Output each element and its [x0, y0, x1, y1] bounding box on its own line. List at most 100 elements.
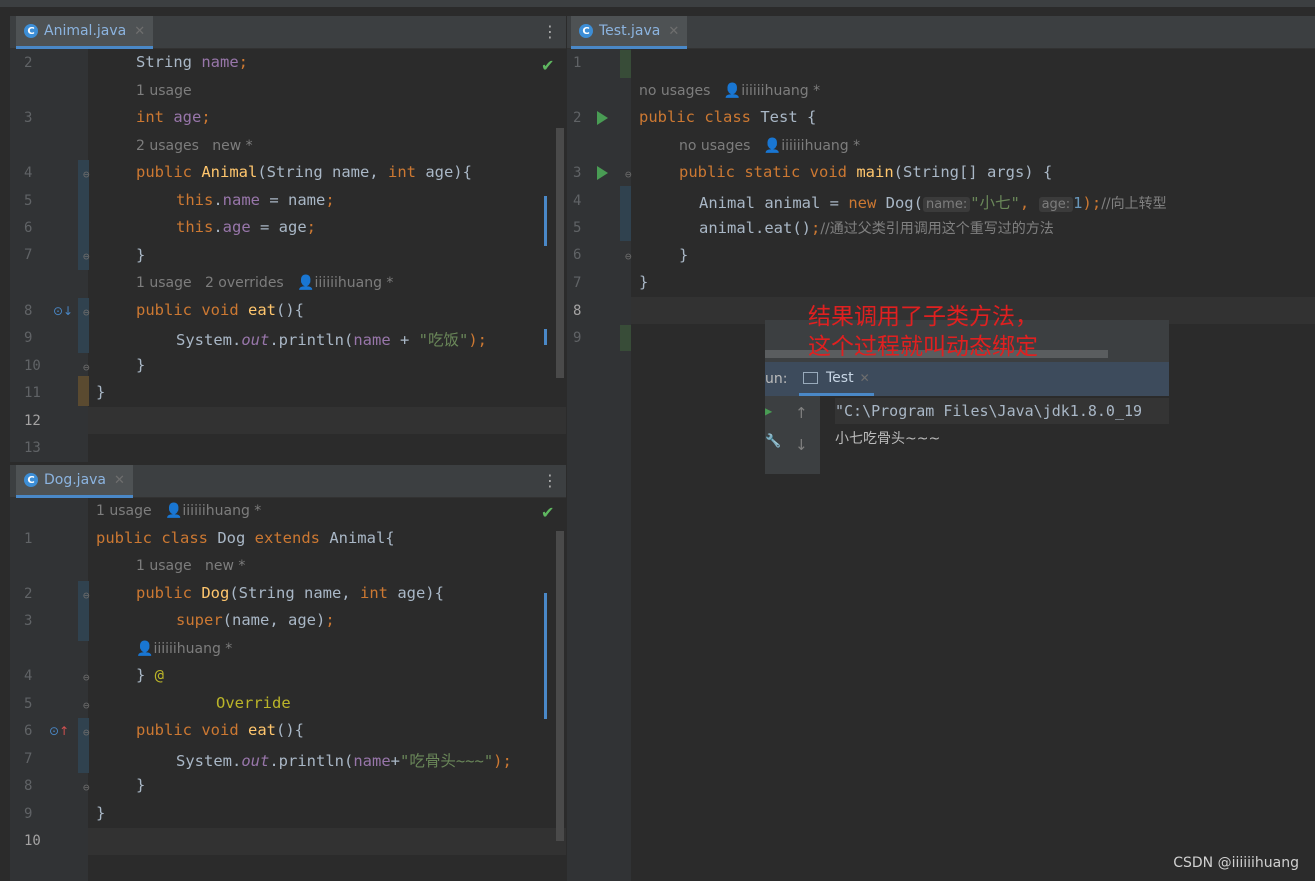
author-icon: 👤	[723, 83, 742, 99]
code-line-3[interactable]: super(name, age);	[176, 611, 335, 629]
change-marker	[620, 186, 631, 241]
line-number: 13	[24, 440, 41, 456]
more-icon[interactable]: ⋮	[542, 471, 558, 490]
code-line-5[interactable]: animal.eat();//通过父类引用调用这个重写过的方法	[699, 218, 1054, 238]
gutter	[10, 498, 88, 881]
code-line-7[interactable]: System.out.println(name+"吃骨头~~~");	[176, 749, 512, 771]
line-number: 1	[24, 531, 33, 547]
line-number: 4	[24, 668, 33, 684]
code-line-6[interactable]: }	[679, 246, 688, 264]
code-line-7[interactable]: }	[136, 246, 145, 264]
code-line-11[interactable]: }	[96, 383, 105, 401]
usage-hint[interactable]: 1 usage new *	[136, 558, 245, 574]
more-icon[interactable]: ⋮	[542, 22, 558, 41]
line-number: 8	[24, 778, 33, 794]
overridden-method-icon[interactable]: ⊙↓	[53, 304, 73, 318]
down-arrow-icon[interactable]: ↓	[795, 436, 808, 454]
code-line-9[interactable]: }	[96, 804, 105, 822]
java-class-icon: C	[24, 24, 38, 38]
tab-test-java[interactable]: C Test.java ✕	[571, 16, 688, 49]
code-line-5[interactable]: this.name = name;	[176, 191, 335, 209]
usage-hint[interactable]: 1 usage	[136, 83, 192, 99]
console-icon	[803, 371, 818, 384]
tab-label: Dog.java	[44, 472, 107, 488]
overriding-method-icon[interactable]: ⊙↑	[49, 724, 69, 738]
vertical-scrollbar[interactable]	[556, 128, 564, 378]
close-icon[interactable]: ✕	[668, 24, 679, 39]
error-stripe-marker	[544, 329, 547, 345]
fold-icon[interactable]: ⊖	[83, 671, 90, 684]
fold-icon[interactable]: ⊖	[625, 250, 632, 263]
run-label: un:	[765, 371, 788, 387]
fold-icon[interactable]: ⊖	[83, 250, 90, 263]
usage-hint[interactable]: 1 usage 2 overrides 👤iiiiiihuang *	[136, 275, 393, 291]
run-tab-label: Test	[826, 369, 854, 386]
fold-icon[interactable]: ⊖	[83, 361, 90, 374]
line-number: 4	[24, 165, 33, 181]
code-line-6[interactable]: this.age = age;	[176, 218, 316, 236]
run-class-icon[interactable]	[597, 111, 608, 125]
code-line-3[interactable]: public static void main(String[] args) {	[679, 163, 1052, 181]
dog-tabbar: C Dog.java ✕ ⋮	[10, 465, 566, 498]
line-number: 5	[24, 193, 33, 209]
code-line-1[interactable]: public class Dog extends Animal{	[96, 529, 395, 547]
vertical-scrollbar[interactable]	[556, 531, 564, 841]
line-number: 8	[573, 303, 582, 319]
code-line-4[interactable]: public Animal(String name, int age){	[136, 163, 472, 181]
line-number: 8	[24, 303, 33, 319]
line-number: 5	[24, 696, 33, 712]
code-line-7[interactable]: }	[639, 273, 648, 291]
test-tabbar: C Test.java ✕	[567, 16, 1315, 49]
code-line-2[interactable]: String name;	[136, 53, 248, 71]
code-line-3[interactable]: int age;	[136, 108, 211, 126]
usage-hint[interactable]: 👤iiiiiihuang *	[136, 641, 232, 657]
code-line-8[interactable]: public void eat(){	[136, 301, 304, 319]
code-line-9[interactable]: System.out.println(name + "吃饭");	[176, 328, 487, 350]
fold-icon[interactable]: ⊖	[83, 726, 90, 739]
code-line-4[interactable]: Animal animal = new Dog(name: "小七", age: 1…	[699, 191, 1167, 213]
line-number: 7	[24, 751, 33, 767]
fold-icon[interactable]: ⊖	[83, 168, 90, 181]
line-number: 5	[573, 220, 582, 236]
line-number: 7	[24, 247, 33, 263]
usage-hint[interactable]: 2 usages new *	[136, 138, 253, 154]
fold-icon[interactable]: ⊖	[83, 306, 90, 319]
run-tab-test[interactable]: Test ✕	[799, 362, 874, 396]
run-main-icon[interactable]	[597, 166, 608, 180]
tab-animal-java[interactable]: C Animal.java ✕	[16, 16, 154, 49]
close-icon[interactable]: ✕	[134, 24, 145, 39]
line-number: 10	[24, 358, 41, 374]
code-line-6[interactable]: public void eat(){	[136, 721, 304, 739]
close-icon[interactable]: ✕	[114, 473, 125, 488]
tab-dog-java[interactable]: C Dog.java ✕	[16, 465, 133, 498]
code-line-10[interactable]: }	[136, 356, 145, 374]
console-output[interactable]: "C:\Program Files\Java\jdk1.8.0_19 小七吃骨头…	[821, 396, 1169, 474]
line-number: 2	[24, 586, 33, 602]
tab-label: Test.java	[599, 23, 661, 39]
csdn-watermark: CSDN @iiiiiihuang	[1173, 855, 1299, 871]
error-stripe-marker	[544, 593, 547, 719]
usage-hint[interactable]: no usages 👤iiiiiihuang *	[679, 138, 860, 154]
rerun-icon[interactable]: ▶	[765, 404, 772, 418]
wrench-icon[interactable]: 🔧	[765, 434, 781, 449]
top-strip	[0, 0, 1315, 8]
line-number: 12	[24, 413, 41, 429]
current-line-highlight	[88, 407, 566, 434]
fold-icon[interactable]: ⊖	[83, 781, 90, 794]
close-icon[interactable]: ✕	[860, 371, 870, 385]
code-line-8[interactable]: }	[136, 776, 145, 794]
up-arrow-icon[interactable]: ↑	[795, 404, 808, 422]
animal-tabbar: C Animal.java ✕ ⋮	[10, 16, 566, 49]
java-class-icon: C	[24, 473, 38, 487]
fold-icon[interactable]: ⊖	[83, 699, 90, 712]
code-line-2[interactable]: public class Test {	[639, 108, 816, 126]
usage-hint[interactable]: no usages 👤iiiiiihuang *	[639, 83, 820, 99]
code-line-5[interactable]: Override	[216, 694, 291, 712]
fold-icon[interactable]: ⊖	[625, 168, 632, 181]
no-problems-check-icon: ✔	[541, 56, 555, 75]
animal-editor: C Animal.java ✕ ⋮ 2 3 4 5 6 7 8 9 10 11 …	[10, 16, 566, 462]
fold-icon[interactable]: ⊖	[83, 589, 90, 602]
code-line-2[interactable]: public Dog(String name, int age){	[136, 584, 444, 602]
code-line-4[interactable]: } @	[136, 666, 164, 684]
usage-hint[interactable]: 1 usage 👤iiiiiihuang *	[96, 503, 261, 519]
